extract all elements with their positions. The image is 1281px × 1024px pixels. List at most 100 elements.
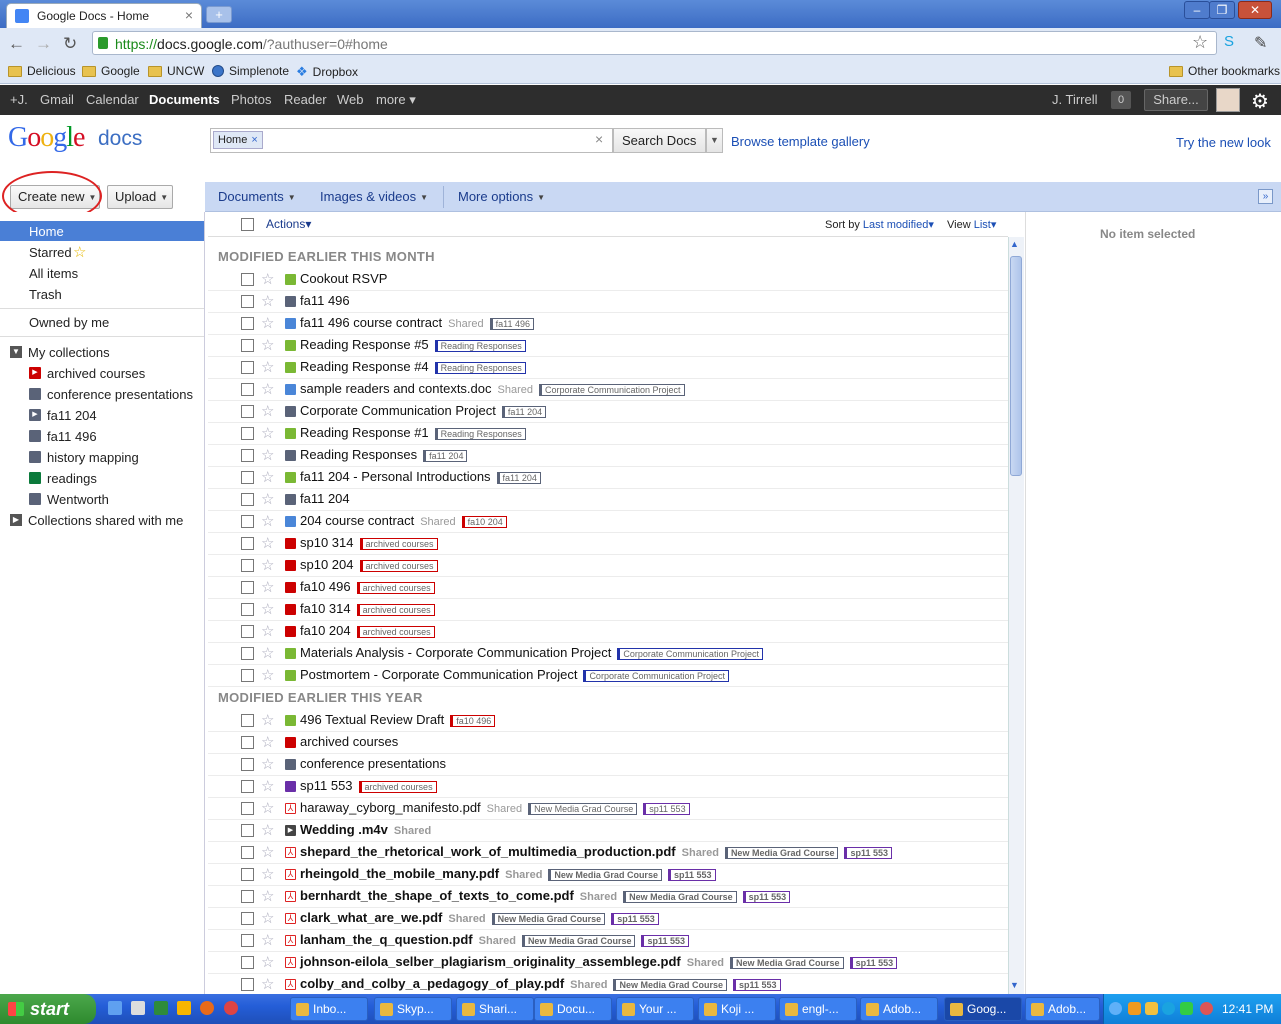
chrome-quicklaunch-icon[interactable]	[224, 1001, 238, 1015]
row-checkbox[interactable]	[241, 581, 254, 594]
sidebar-shared-collections[interactable]: Collections shared with me	[28, 513, 183, 528]
row-checkbox[interactable]	[241, 515, 254, 528]
star-icon[interactable]: ☆	[261, 380, 274, 398]
file-title[interactable]: colby_and_colby_a_pedagogy_of_play.pdf	[300, 976, 564, 991]
file-title[interactable]: lanham_the_q_question.pdf	[300, 932, 473, 947]
gear-icon[interactable]: ⚙	[1251, 89, 1269, 114]
taskbar-button[interactable]: Adob...	[860, 997, 938, 1021]
file-title[interactable]: Reading Response #5	[300, 337, 429, 352]
row-checkbox[interactable]	[241, 295, 254, 308]
collection-tag[interactable]: archived courses	[358, 780, 437, 793]
collapse-triangle-icon[interactable]: ▼	[10, 346, 22, 358]
address-bar[interactable]: https://docs.google.com/?authuser=0#home	[92, 31, 1217, 55]
collection-tag[interactable]: sp11 553	[742, 890, 791, 903]
row-checkbox[interactable]	[241, 493, 254, 506]
more-options-menu[interactable]: More options ▼	[458, 189, 545, 204]
vlc-tray-icon[interactable]	[1128, 1002, 1141, 1015]
file-title[interactable]: Corporate Communication Project	[300, 403, 496, 418]
sort-by-control[interactable]: Sort by Last modified▾	[825, 218, 934, 231]
documents-menu[interactable]: Documents ▼	[218, 189, 296, 204]
sidebar-collection-item[interactable]: Wentworth	[47, 492, 109, 507]
gbar-photos[interactable]: Photos	[231, 92, 271, 107]
collection-tag[interactable]: fa10 204	[461, 515, 507, 528]
tray-app-icon[interactable]	[1145, 1002, 1158, 1015]
star-icon[interactable]: ☆	[261, 821, 274, 839]
file-title[interactable]: fa11 496 course contract	[300, 315, 442, 330]
gbar-gmail[interactable]: Gmail	[40, 92, 74, 107]
select-all-checkbox[interactable]	[241, 218, 254, 231]
file-title[interactable]: fa11 496	[300, 293, 350, 308]
collection-tag[interactable]: Reading Responses	[434, 427, 526, 440]
file-title[interactable]: rheingold_the_mobile_many.pdf	[300, 866, 499, 881]
star-icon[interactable]: ☆	[261, 755, 274, 773]
taskbar-button[interactable]: Goog...	[944, 997, 1022, 1021]
taskbar-button[interactable]: Skyp...	[374, 997, 452, 1021]
file-title[interactable]: bernhardt_the_shape_of_texts_to_come.pdf	[300, 888, 574, 903]
collection-tag[interactable]: fa10 496	[450, 714, 496, 727]
skype-tray-icon[interactable]	[1162, 1002, 1175, 1015]
gbar-reader[interactable]: Reader	[284, 92, 327, 107]
row-checkbox[interactable]	[241, 758, 254, 771]
collection-tag[interactable]: archived courses	[356, 581, 435, 594]
collection-tag[interactable]: Reading Responses	[434, 361, 526, 374]
row-checkbox[interactable]	[241, 405, 254, 418]
star-icon[interactable]: ☆	[261, 336, 274, 354]
file-title[interactable]: fa11 204 - Personal Introductions	[300, 469, 491, 484]
browse-template-gallery-link[interactable]: Browse template gallery	[731, 134, 870, 149]
row-checkbox[interactable]	[241, 912, 254, 925]
chrome-tray-icon[interactable]	[1200, 1002, 1213, 1015]
bookmark-uncw[interactable]: UNCW	[148, 64, 204, 78]
row-checkbox[interactable]	[241, 824, 254, 837]
taskbar-button[interactable]: Adob...	[1025, 997, 1100, 1021]
bookmark-star-icon[interactable]: ☆	[1192, 32, 1208, 53]
row-checkbox[interactable]	[241, 273, 254, 286]
star-icon[interactable]: ☆	[261, 270, 274, 288]
row-checkbox[interactable]	[241, 361, 254, 374]
file-title[interactable]: Wedding .m4v	[300, 822, 388, 837]
row-checkbox[interactable]	[241, 714, 254, 727]
star-icon[interactable]: ☆	[261, 666, 274, 684]
google-logo[interactable]: Google	[8, 122, 85, 154]
upload-button[interactable]: Upload ▼	[107, 185, 173, 209]
collection-tag[interactable]: sp11 553	[849, 956, 898, 969]
row-checkbox[interactable]	[241, 603, 254, 616]
collapse-pane-icon[interactable]: »	[1258, 189, 1273, 204]
collection-tag[interactable]: New Media Grad Course	[491, 912, 606, 925]
row-checkbox[interactable]	[241, 669, 254, 682]
file-title[interactable]: Postmortem - Corporate Communication Pro…	[300, 667, 577, 682]
scroll-down-icon[interactable]: ▼	[1010, 980, 1019, 990]
gbar-documents[interactable]: Documents	[149, 92, 220, 107]
star-icon[interactable]: ☆	[261, 578, 274, 596]
file-title[interactable]: Reading Response #4	[300, 359, 429, 374]
star-icon[interactable]: ☆	[261, 777, 274, 795]
file-title[interactable]: johnson-eilola_selber_plagiarism_origina…	[300, 954, 681, 969]
remove-chip-icon[interactable]: ×	[251, 134, 257, 146]
new-tab-button[interactable]: +	[206, 6, 232, 23]
taskbar-button[interactable]: Docu...	[534, 997, 612, 1021]
other-bookmarks[interactable]: Other bookmarks	[1169, 64, 1280, 78]
row-checkbox[interactable]	[241, 647, 254, 660]
expand-triangle-icon[interactable]: ▶	[10, 514, 22, 526]
view-control[interactable]: View List▾	[947, 218, 996, 231]
collection-tag[interactable]: sp11 553	[611, 912, 659, 925]
star-icon[interactable]: ☆	[261, 799, 274, 817]
star-icon[interactable]: ☆	[261, 292, 274, 310]
collection-tag[interactable]: archived courses	[359, 537, 438, 550]
file-title[interactable]: fa10 204	[300, 623, 351, 638]
gbar-calendar[interactable]: Calendar	[86, 92, 139, 107]
file-title[interactable]: clark_what_are_we.pdf	[300, 910, 442, 925]
star-icon[interactable]: ☆	[261, 556, 274, 574]
collection-tag[interactable]: New Media Grad Course	[521, 934, 636, 947]
collection-tag[interactable]: Corporate Communication Project	[583, 669, 729, 682]
star-icon[interactable]: ☆	[261, 622, 274, 640]
file-title[interactable]: sp10 204	[300, 557, 354, 572]
file-title[interactable]: fa10 314	[300, 601, 351, 616]
excel-quicklaunch-icon[interactable]	[154, 1001, 168, 1015]
star-icon[interactable]: ☆	[261, 358, 274, 376]
network-tray-icon[interactable]	[1180, 1002, 1193, 1015]
restore-window-icon[interactable]: ❐	[1209, 1, 1235, 19]
taskbar-button[interactable]: Shari...	[456, 997, 534, 1021]
ie-quicklaunch-icon[interactable]	[108, 1001, 122, 1015]
bookmark-delicious[interactable]: Delicious	[8, 64, 76, 78]
search-docs-button[interactable]: Search Docs	[613, 128, 706, 153]
